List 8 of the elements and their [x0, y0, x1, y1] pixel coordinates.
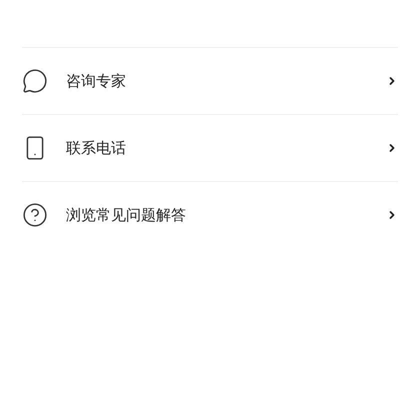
menu-label: 浏览常见问题解答	[66, 204, 187, 226]
speech-bubble-icon	[22, 68, 48, 94]
menu-label: 咨询专家	[66, 70, 127, 92]
menu-item[interactable]: 浏览常见问题解答	[22, 181, 398, 248]
menu-item[interactable]: 咨询专家	[22, 47, 398, 114]
menu-item[interactable]: 联系电话	[22, 114, 398, 181]
menu-label: 联系电话	[66, 138, 127, 159]
help-icon	[22, 202, 48, 228]
